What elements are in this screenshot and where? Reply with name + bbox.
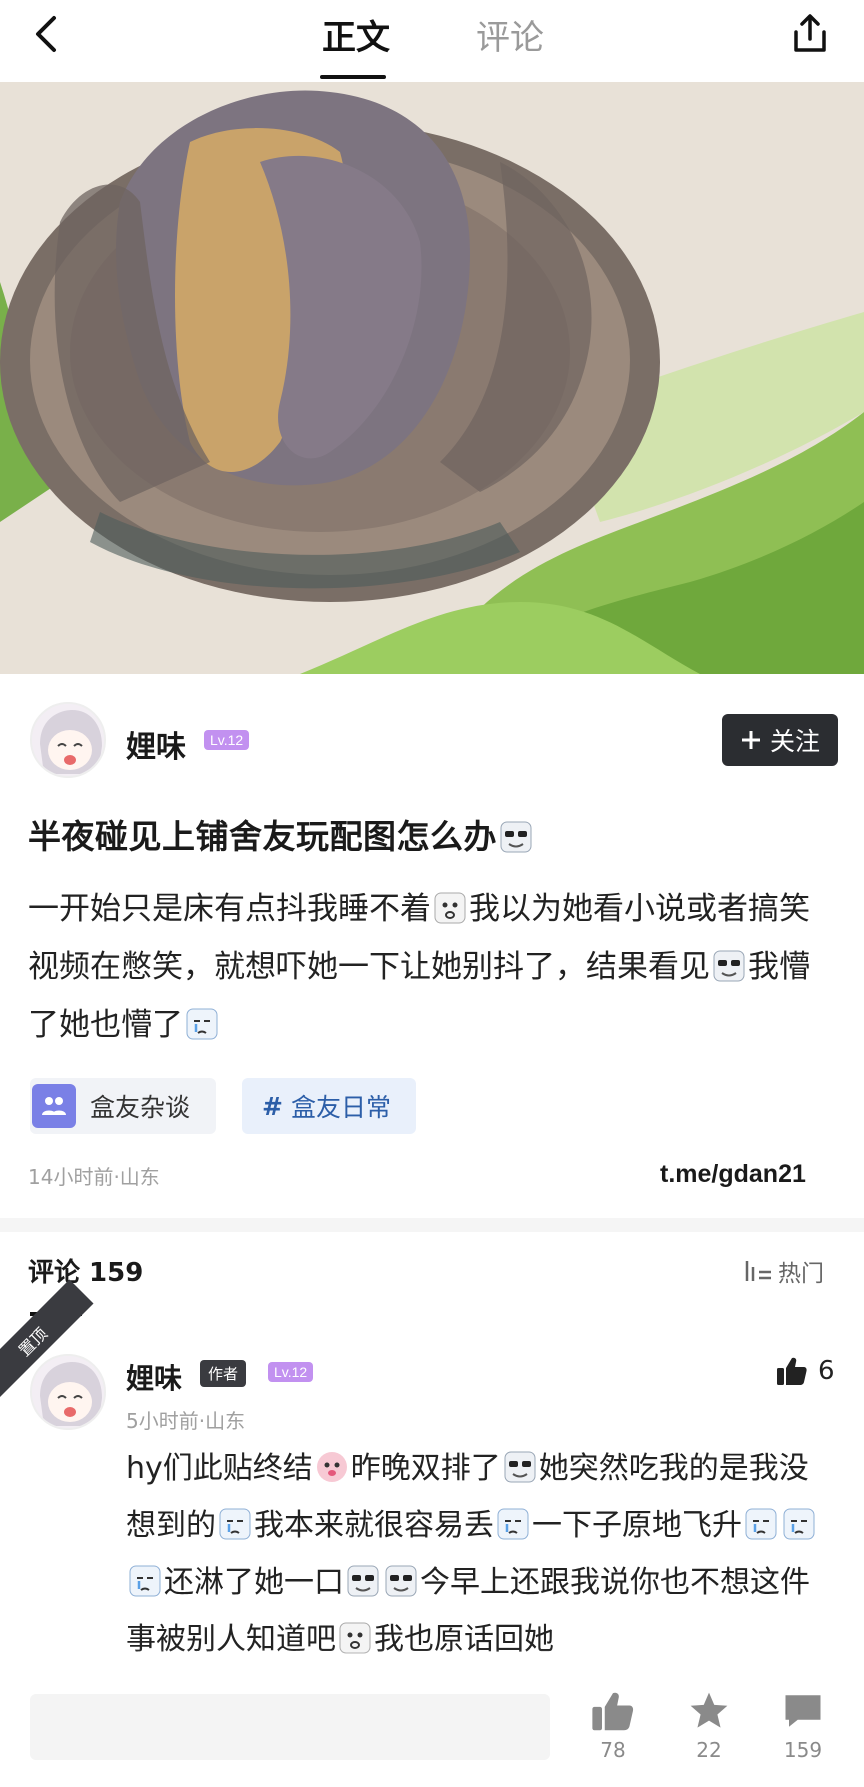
sunglasses-emoji-icon [347,1565,379,1597]
sunglasses-emoji-icon [500,821,532,853]
comment-text-part: 昨晚双排了 [350,1451,501,1486]
chip-community[interactable]: 盒友杂谈 [30,1078,216,1134]
thumbs-up-icon [592,1692,634,1731]
follow-button[interactable]: 关注 [722,714,838,766]
chip-topic[interactable]: # 盒友日常 [242,1078,416,1134]
commenter-avatar[interactable] [30,1354,106,1430]
hashtag-icon: # [262,1091,283,1121]
group-icon [32,1084,76,1128]
follow-label: 关注 [769,727,820,756]
like-button[interactable]: 78 [578,1690,648,1762]
section-divider [0,1218,864,1232]
plus-icon [741,731,760,749]
favorite-button[interactable]: 22 [674,1690,744,1762]
star-icon [690,1692,728,1728]
post-title: 半夜碰见上铺舍友玩配图怎么办 [28,810,535,858]
author-tag: 作者 [200,1360,247,1387]
chip-label: 盒友日常 [290,1093,391,1122]
level-badge: Lv.12 [204,730,250,750]
post-body-part: 一开始只是床有点抖我睡不着 [28,891,431,927]
post-title-text: 半夜碰见上铺舍友玩配图怎么办 [28,817,497,856]
post-body: 一开始只是床有点抖我睡不着 我以为她看小说或者搞笑视频在憋笑，就想吓她一下让她别抖… [28,880,836,1054]
comment-text-part: hy们此贴终结 [126,1451,313,1486]
comment-count: 159 [783,1738,823,1762]
tab-article[interactable]: 正文 [322,10,390,59]
sunglasses-emoji-icon [713,950,745,982]
sunglasses-emoji-icon [504,1451,536,1483]
comment-input[interactable] [30,1694,550,1760]
like-count: 78 [600,1738,626,1762]
watermark-link: t.me/gdan21 [660,1160,806,1188]
comment-like-button[interactable]: 6 [776,1356,835,1386]
thumbs-up-icon [777,1357,807,1385]
crying-emoji-icon [497,1508,529,1540]
back-button[interactable] [26,12,70,56]
post-meta: 14小时前·山东 [28,1165,160,1189]
commenter-name[interactable]: 娌味 [126,1357,182,1397]
pink-girl-emoji-icon [316,1452,347,1482]
comment-text: hy们此贴终结 昨晚双排了 她突然吃我的是我没想到的 我本来就很容易丢 一下子原地飞升还… [126,1440,838,1668]
author-avatar[interactable] [30,702,106,778]
comment-meta: 5小时前·山东 [126,1409,246,1433]
confused-emoji-icon [434,892,466,924]
comment-text-part: 我本来就很容易丢 [254,1508,494,1543]
active-tab-indicator [320,75,386,79]
level-badge: Lv.12 [268,1362,314,1382]
chip-label: 盒友杂谈 [90,1093,191,1122]
author-row: 娌味 Lv.12 关注 [0,674,864,802]
share-upload-icon [794,14,826,52]
sort-toggle[interactable]: 热门 [744,1254,824,1288]
comment-text-part: 一下子原地飞升 [532,1508,742,1543]
comment-like-count: 6 [818,1356,835,1386]
author-name[interactable]: 娌味 [126,722,186,766]
crying-emoji-icon [745,1508,777,1540]
sunglasses-emoji-icon [385,1565,417,1597]
chevron-left-icon [36,16,56,52]
favorite-count: 22 [696,1738,722,1762]
sort-label: 热门 [778,1261,824,1287]
crying-emoji-icon [186,1008,218,1040]
chat-bubble-icon [785,1695,821,1727]
top-nav-bar: 正文 评论 [0,0,864,82]
sort-icon [745,1261,771,1281]
tab-comments[interactable]: 评论 [476,10,544,59]
crying-emoji-icon [129,1565,161,1597]
comments-button[interactable]: 159 [768,1690,838,1762]
bottom-action-bar: 78 22 159 [0,1680,864,1787]
crying-emoji-icon [219,1508,251,1540]
comment-text-part: 还淋了她一口 [164,1565,344,1600]
crying-emoji-icon [783,1508,815,1540]
comments-header[interactable]: 评论 159 [28,1252,143,1289]
post-image[interactable] [0,82,864,674]
share-button[interactable] [788,12,832,56]
